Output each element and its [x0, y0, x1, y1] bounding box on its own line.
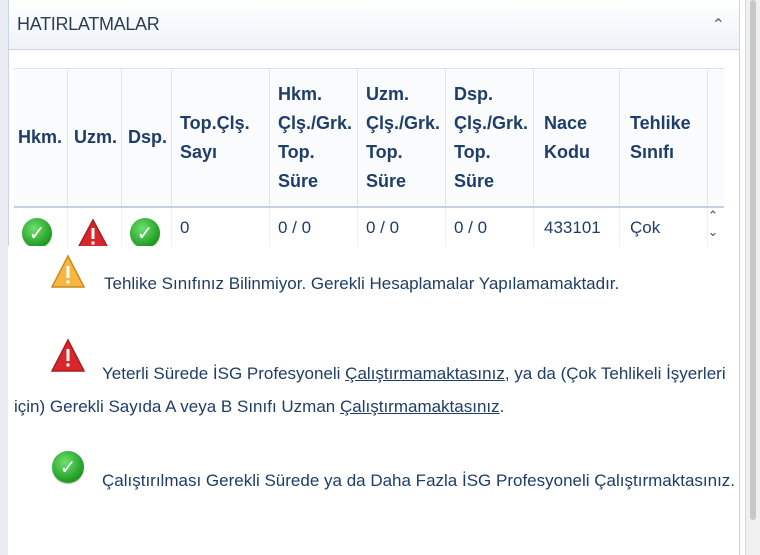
row-scroller[interactable]: ⌃ ⌄	[702, 208, 724, 247]
column-header-hkm-duration[interactable]: Hkm. Çlş./Grk. Top. Süre	[270, 69, 358, 206]
reminders-grid: Hkm. Uzm. Dsp. Top.Çlş. Sayı Hkm. Çlş./G…	[14, 68, 724, 247]
legend-unknown-text: Tehlike Sınıfınız Bilinmiyor. Gerekli He…	[104, 274, 620, 293]
column-header-uzm[interactable]: Uzm.	[68, 69, 122, 206]
legend-insufficient	[50, 338, 86, 374]
column-header-total-workers[interactable]: Top.Çlş. Sayı	[172, 69, 270, 206]
total-workers-cell: 0	[172, 208, 270, 247]
yellow-warning-icon	[50, 254, 86, 290]
table-row[interactable]: ✓ ✓ 0 0 / 0 0 / 0 0 / 0 433101 Çok	[14, 208, 724, 247]
dsp-status-cell: ✓	[122, 208, 172, 247]
legend-insufficient-line-1: Yeterli Sürede İSG Profesyoneli Çalıştır…	[102, 364, 726, 383]
legend-popup: Tehlike Sınıfınız Bilinmiyor. Gerekli He…	[8, 246, 738, 555]
legend-insufficient-line-2: için) Gerekli Sayıda A veya B Sınıfı Uzm…	[14, 397, 505, 416]
dsp-duration-cell: 0 / 0	[446, 208, 534, 247]
column-header-uzm-duration[interactable]: Uzm. Çlş./Grk. Top. Süre	[358, 69, 446, 206]
scroll-up-icon[interactable]: ⌃	[708, 208, 719, 224]
check-icon: ✓	[22, 218, 52, 247]
hkm-duration-cell: 0 / 0	[270, 208, 358, 247]
legend-ok-text: Çalıştırılması Gerekli Sürede ya da Daha…	[102, 471, 736, 490]
panel-header[interactable]: HATIRLATMALAR ⌃	[9, 0, 739, 50]
scroll-down-icon[interactable]: ⌄	[708, 224, 719, 240]
column-header-hkm[interactable]: Hkm.	[14, 69, 68, 206]
panel-title: HATIRLATMALAR	[17, 14, 160, 34]
hkm-status-cell: ✓	[14, 208, 68, 247]
check-icon: ✓	[52, 451, 84, 483]
chevron-up-icon[interactable]: ⌃	[712, 15, 725, 35]
legend-unknown: Tehlike Sınıfınız Bilinmiyor. Gerekli He…	[50, 254, 619, 301]
check-icon: ✓	[130, 218, 160, 247]
uzm-status-cell	[68, 208, 122, 247]
column-header-hazard-class[interactable]: Tehlike Sınıfı	[620, 69, 708, 206]
hazard-class-cell: Çok	[620, 208, 708, 247]
grid-header: Hkm. Uzm. Dsp. Top.Çlş. Sayı Hkm. Çlş./G…	[14, 69, 724, 208]
column-header-nace-code[interactable]: Nace Kodu	[534, 69, 620, 206]
column-header-dsp[interactable]: Dsp.	[122, 69, 172, 206]
scrollbar-thumb[interactable]	[750, 0, 756, 520]
underlined-text: Çalıştırmamaktasınız	[345, 364, 505, 383]
page-scrollbar[interactable]	[745, 0, 760, 555]
uzm-duration-cell: 0 / 0	[358, 208, 446, 247]
nace-code-cell: 433101	[534, 208, 620, 247]
column-header-dsp-duration[interactable]: Dsp. Çlş./Grk. Top. Süre	[446, 69, 534, 206]
legend-ok: ✓ Çalıştırılması Gerekli Sürede ya da Da…	[52, 451, 735, 498]
red-warning-icon	[76, 218, 112, 247]
red-warning-icon	[50, 338, 86, 374]
underlined-text: Çalıştırmamaktasınız	[339, 397, 500, 416]
left-edge	[0, 0, 8, 555]
